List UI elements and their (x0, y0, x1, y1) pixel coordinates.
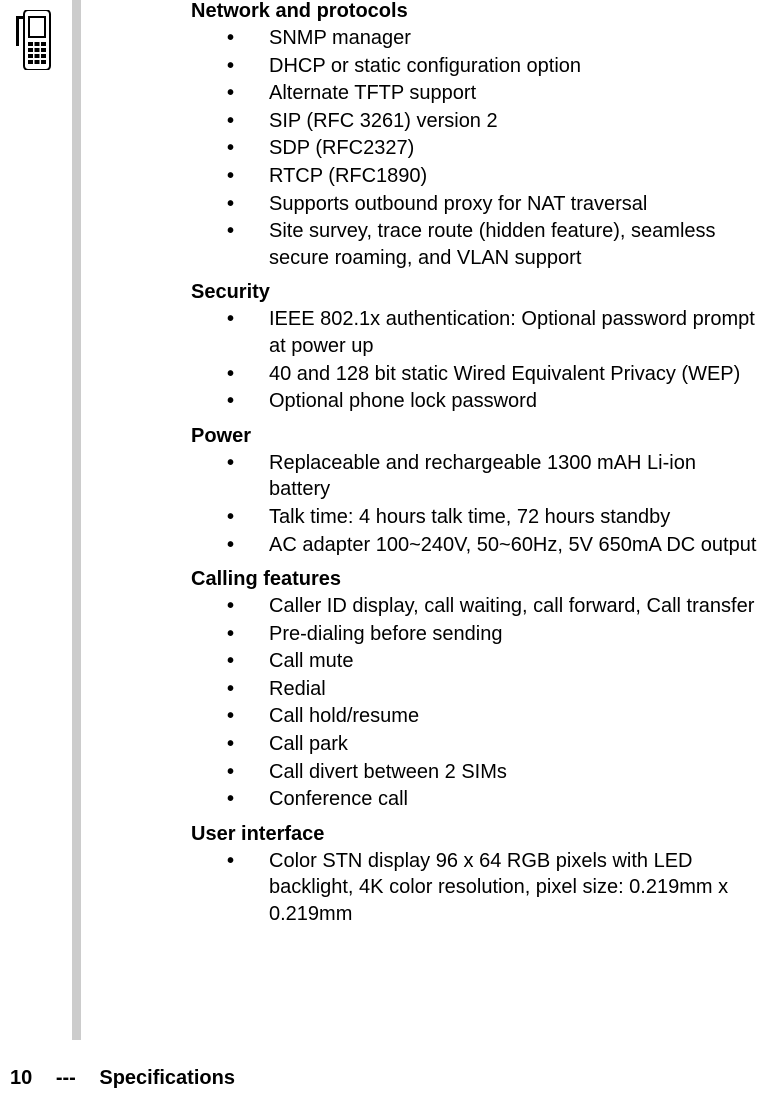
list-item: 40 and 128 bit static Wired Equivalent P… (227, 361, 762, 388)
section-calling-features: Calling features Caller ID display, call… (191, 568, 762, 813)
list-item: Caller ID display, call waiting, call fo… (227, 593, 762, 620)
list-item: DHCP or static configuration option (227, 53, 762, 80)
list-item: AC adapter 100~240V, 50~60Hz, 5V 650mA D… (227, 532, 762, 559)
list-item: SDP (RFC2327) (227, 135, 762, 162)
list-item: Color STN display 96 x 64 RGB pixels wit… (227, 848, 762, 928)
list-item: Conference call (227, 786, 762, 813)
section-user-interface: User interface Color STN display 96 x 64… (191, 823, 762, 928)
list-item: Pre-dialing before sending (227, 621, 762, 648)
section-network-protocols: Network and protocols SNMP manager DHCP … (191, 0, 762, 271)
list-item: IEEE 802.1x authentication: Optional pas… (227, 306, 762, 359)
list-item: Replaceable and rechargeable 1300 mAH Li… (227, 450, 762, 503)
list-item: Call hold/resume (227, 703, 762, 730)
section-title: Power (191, 425, 762, 448)
footer-label: Specifications (99, 1067, 235, 1089)
list-item: Call park (227, 731, 762, 758)
list-item: Talk time: 4 hours talk time, 72 hours s… (227, 504, 762, 531)
list-item: SNMP manager (227, 25, 762, 52)
section-title: Network and protocols (191, 0, 762, 23)
list-item: Optional phone lock password (227, 388, 762, 415)
phone-icon (14, 10, 54, 70)
section-title: Security (191, 281, 762, 304)
main-content: Network and protocols SNMP manager DHCP … (81, 0, 762, 1110)
left-margin (0, 0, 72, 1110)
section-security: Security IEEE 802.1x authentication: Opt… (191, 281, 762, 414)
list-item: RTCP (RFC1890) (227, 163, 762, 190)
section-title: Calling features (191, 568, 762, 591)
list-item: Supports outbound proxy for NAT traversa… (227, 191, 762, 218)
vertical-rule (72, 0, 81, 1040)
list-item: Call mute (227, 648, 762, 675)
section-power: Power Replaceable and rechargeable 1300 … (191, 425, 762, 558)
footer-separator: --- (56, 1067, 76, 1089)
list-item: SIP (RFC 3261) version 2 (227, 108, 762, 135)
list-item: Alternate TFTP support (227, 80, 762, 107)
list-item: Redial (227, 676, 762, 703)
page-footer: 10 --- Specifications (10, 1067, 235, 1090)
list-item: Site survey, trace route (hidden feature… (227, 218, 762, 271)
section-title: User interface (191, 823, 762, 846)
list-item: Call divert between 2 SIMs (227, 759, 762, 786)
page-number: 10 (10, 1067, 32, 1089)
